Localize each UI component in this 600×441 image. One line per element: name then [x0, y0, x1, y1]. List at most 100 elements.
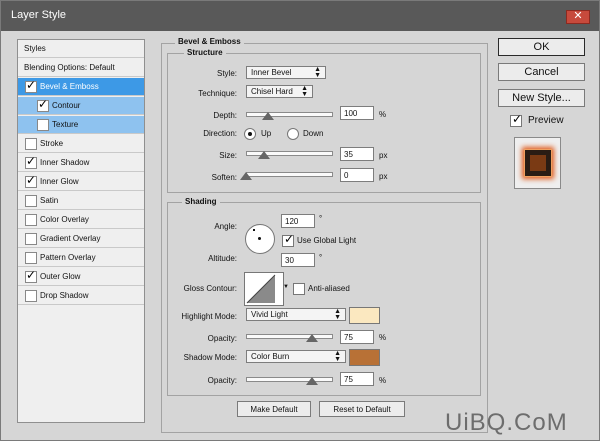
depth-value: 100 [344, 109, 358, 118]
highlight-opacity-unit: % [379, 333, 387, 342]
blending-options-label: Blending Options: Default [24, 63, 115, 72]
direction-up-radio[interactable] [244, 128, 256, 140]
title-bar: Layer Style ✕ [1, 1, 599, 31]
highlight-opacity-slider-track[interactable] [246, 334, 333, 339]
inner-shadow-checkbox[interactable]: ✓ [25, 154, 37, 169]
style-item-color-overlay[interactable]: Color Overlay [18, 211, 144, 229]
make-default-label: Make Default [250, 405, 298, 414]
style-item-label: Texture [52, 120, 79, 129]
style-item-gradient-overlay[interactable]: Gradient Overlay [18, 230, 144, 248]
direction-label: Direction: [203, 129, 237, 138]
style-item-stroke[interactable]: Stroke [18, 135, 144, 153]
shadow-opacity-slider-track[interactable] [246, 377, 333, 382]
outer-glow-checkbox[interactable]: ✓ [25, 268, 37, 283]
soften-slider-thumb[interactable] [240, 172, 252, 180]
reset-to-default-label: Reset to Default [333, 405, 391, 414]
make-default-button[interactable]: Make Default [237, 401, 311, 417]
highlight-mode-select[interactable]: Vivid Light ▲ ▼ [246, 308, 346, 321]
size-input[interactable]: 35 [340, 147, 374, 161]
shadow-opacity-label: Opacity: [207, 376, 237, 385]
stepper-arrows-icon: ▲ ▼ [334, 350, 341, 363]
preview-swatch-inner [530, 155, 546, 171]
close-icon: ✕ [573, 10, 583, 22]
angle-unit: ° [319, 214, 323, 223]
texture-checkbox[interactable] [37, 119, 49, 131]
check-icon: ✓ [26, 154, 37, 168]
highlight-mode-value: Vivid Light [251, 310, 288, 319]
size-unit: px [379, 151, 388, 160]
close-button[interactable]: ✕ [566, 10, 590, 24]
style-item-label: Gradient Overlay [40, 234, 101, 243]
style-preview-thumbnail [514, 137, 561, 189]
style-item-texture[interactable]: Texture [18, 116, 144, 134]
ok-button[interactable]: OK [498, 38, 585, 56]
style-item-satin[interactable]: Satin [18, 192, 144, 210]
cancel-button[interactable]: Cancel [498, 63, 585, 81]
highlight-opacity-input[interactable]: 75 [340, 330, 374, 344]
style-item-inner-shadow[interactable]: ✓ Inner Shadow [18, 154, 144, 172]
check-icon: ✓ [512, 112, 523, 126]
style-item-drop-shadow[interactable]: Drop Shadow [18, 287, 144, 305]
style-item-pattern-overlay[interactable]: Pattern Overlay [18, 249, 144, 267]
soften-value: 0 [344, 171, 349, 180]
soften-input[interactable]: 0 [340, 168, 374, 182]
shadow-opacity-input[interactable]: 75 [340, 372, 374, 386]
shadow-color-swatch[interactable] [349, 349, 380, 366]
satin-checkbox[interactable] [25, 195, 37, 207]
color-overlay-checkbox[interactable] [25, 214, 37, 226]
drop-shadow-checkbox[interactable] [25, 290, 37, 302]
anti-aliased-checkbox[interactable] [293, 283, 305, 295]
style-select[interactable]: Inner Bevel ▲ ▼ [246, 66, 326, 79]
altitude-input[interactable]: 30 [281, 253, 315, 267]
gloss-contour-picker[interactable] [244, 272, 284, 306]
gradient-overlay-checkbox[interactable] [25, 233, 37, 245]
reset-to-default-button[interactable]: Reset to Default [319, 401, 405, 417]
style-item-bevel-emboss[interactable]: ✓ Bevel & Emboss [18, 78, 144, 96]
new-style-button[interactable]: New Style... [498, 89, 585, 107]
soften-unit: px [379, 172, 388, 181]
global-light-checkbox[interactable]: ✓ [282, 232, 294, 247]
contour-dropdown-arrow-icon[interactable]: ▼ [283, 284, 289, 290]
style-item-contour[interactable]: ✓ Contour [18, 97, 144, 115]
preview-label: Preview [528, 115, 564, 126]
direction-up-label: Up [261, 129, 272, 138]
style-label: Style: [216, 69, 237, 78]
style-item-label: Bevel & Emboss [40, 82, 99, 91]
highlight-color-swatch[interactable] [349, 307, 380, 324]
size-slider-thumb[interactable] [258, 151, 270, 159]
angle-input[interactable]: 120 [281, 214, 315, 228]
soften-label: Soften: [211, 173, 237, 182]
blending-options[interactable]: Blending Options: Default [18, 59, 144, 77]
styles-header-label: Styles [24, 44, 46, 53]
highlight-mode-label: Highlight Mode: [181, 312, 237, 321]
style-item-label: Pattern Overlay [40, 253, 96, 262]
technique-select[interactable]: Chisel Hard ▲ ▼ [246, 85, 313, 98]
style-item-inner-glow[interactable]: ✓ Inner Glow [18, 173, 144, 191]
shadow-opacity-slider-thumb[interactable] [306, 377, 318, 385]
style-item-outer-glow[interactable]: ✓ Outer Glow [18, 268, 144, 286]
technique-select-value: Chisel Hard [251, 87, 293, 96]
highlight-opacity-slider-thumb[interactable] [306, 334, 318, 342]
stroke-checkbox[interactable] [25, 138, 37, 150]
styles-header[interactable]: Styles [18, 40, 144, 58]
contour-checkbox[interactable]: ✓ [37, 97, 49, 112]
angle-dial[interactable] [245, 224, 275, 254]
inner-glow-checkbox[interactable]: ✓ [25, 173, 37, 188]
shadow-mode-select[interactable]: Color Burn ▲ ▼ [246, 350, 346, 363]
depth-slider-thumb[interactable] [262, 112, 274, 120]
preview-checkbox[interactable]: ✓ [510, 112, 523, 127]
soften-slider-track[interactable] [246, 172, 333, 177]
style-item-label: Drop Shadow [40, 291, 89, 300]
pattern-overlay-checkbox[interactable] [25, 252, 37, 264]
depth-slider-track[interactable] [246, 112, 333, 117]
bevel-emboss-checkbox[interactable]: ✓ [25, 78, 37, 93]
depth-input[interactable]: 100 [340, 106, 374, 120]
shadow-mode-label: Shadow Mode: [183, 353, 237, 362]
check-icon: ✓ [26, 268, 37, 282]
size-value: 35 [344, 150, 353, 159]
shading-group [167, 202, 481, 396]
direction-down-radio[interactable] [287, 128, 299, 140]
radio-dot [248, 132, 252, 136]
shading-title: Shading [182, 197, 220, 206]
styles-list: Styles Blending Options: Default ✓ Bevel … [17, 39, 145, 423]
